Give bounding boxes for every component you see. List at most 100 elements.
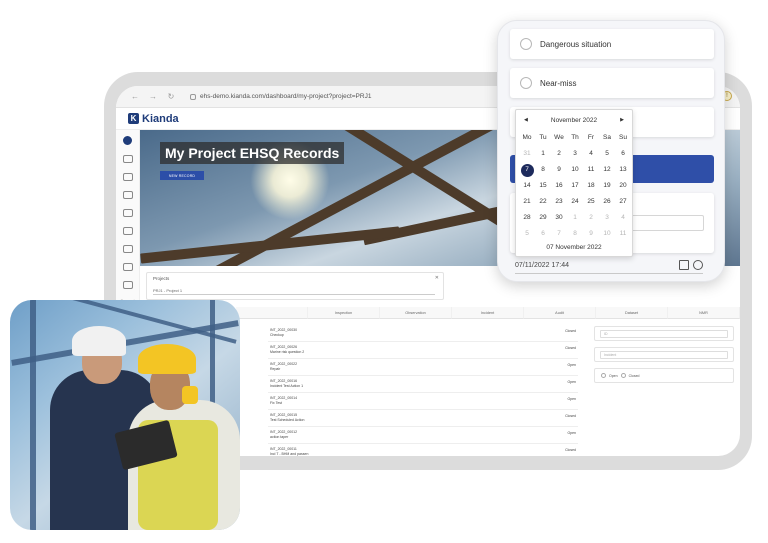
type-filter-input[interactable]: Incident (600, 351, 728, 359)
hero-beam (140, 226, 400, 264)
record-id: INT_2022_00016 (270, 379, 298, 383)
forward-icon[interactable]: → (148, 92, 158, 101)
calendar-day[interactable]: 5 (519, 226, 535, 242)
id-filter-input[interactable]: ID (600, 330, 728, 338)
option-near-miss[interactable]: Near-miss (510, 68, 714, 98)
next-month-icon[interactable]: ▶ (620, 117, 624, 123)
calendar-day[interactable]: 21 (519, 194, 535, 210)
record-status: Closed (565, 329, 576, 333)
calendar-day[interactable]: 28 (519, 210, 535, 226)
calendar-day[interactable]: 11 (615, 226, 631, 242)
calendar-day[interactable]: 12 (599, 162, 615, 178)
calendar-day[interactable]: 26 (599, 194, 615, 210)
address-bar[interactable]: ehs-demo.kianda.com/dashboard/my-project… (190, 93, 371, 100)
calendar-day[interactable]: 25 (583, 194, 599, 210)
prev-month-icon[interactable]: ◀ (524, 117, 528, 123)
calendar-day[interactable]: 5 (599, 146, 615, 162)
calendar-day[interactable]: 7 (551, 226, 567, 242)
yellow-helmet (138, 344, 196, 374)
calendar-day[interactable]: 13 (615, 162, 631, 178)
sidebar-sites-icon[interactable] (122, 173, 133, 181)
calendar-day[interactable]: 23 (551, 194, 567, 210)
calendar-day[interactable]: 3 (567, 146, 583, 162)
calendar-day[interactable]: 30 (551, 210, 567, 226)
list-item[interactable]: INT_2022_00030 Checkup Closed (268, 326, 578, 342)
list-item[interactable]: INT_2022_00014 Fix Test Open (268, 394, 578, 410)
radio-near-miss[interactable] (520, 77, 532, 89)
clock-icon[interactable] (693, 260, 703, 270)
calendar-day[interactable]: 9 (583, 226, 599, 242)
calendar-day[interactable]: 4 (615, 210, 631, 226)
calendar-day[interactable]: 6 (535, 226, 551, 242)
radio-open[interactable] (601, 373, 606, 378)
record-status: Open (567, 397, 576, 401)
calendar-day[interactable]: 2 (583, 210, 599, 226)
sidebar-dashboard-icon[interactable] (123, 136, 132, 145)
sidebar-reports-icon[interactable] (122, 263, 133, 271)
project-select[interactable]: PRJ1 - Project 1 (153, 287, 435, 295)
new-record-button[interactable]: NEW RECORD (160, 171, 204, 180)
radio-closed[interactable] (620, 373, 626, 378)
calendar-day[interactable]: 10 (567, 162, 583, 178)
calendar-day[interactable]: 1 (535, 146, 551, 162)
calendar-day[interactable]: 20 (615, 178, 631, 194)
option-label: Near-miss (540, 78, 577, 88)
sidebar-home-icon[interactable] (122, 155, 133, 163)
tab-nmr[interactable]: NMR (668, 307, 740, 319)
list-item[interactable]: INT_2022_00026 Marine risk question 2 Cl… (268, 343, 578, 359)
calendar-day[interactable]: 29 (535, 210, 551, 226)
calendar-day[interactable]: 31 (519, 146, 535, 162)
tab-inspection[interactable]: Inspection (308, 307, 380, 319)
refresh-icon[interactable]: ↻ (166, 92, 176, 101)
weekday-header: Su (619, 134, 627, 141)
calendar-day[interactable]: 14 (519, 178, 535, 194)
calendar-day[interactable]: 22 (535, 194, 551, 210)
sidebar-database-icon[interactable] (122, 281, 133, 289)
list-item[interactable]: INT_2022_00016 Incident Test Action 1 Op… (268, 377, 578, 393)
page-title: My Project EHSQ Records (160, 142, 345, 164)
calendar-day[interactable]: 3 (599, 210, 615, 226)
list-item[interactable]: INT_2022_00022 Repair Open (268, 360, 578, 376)
record-status: Closed (565, 414, 576, 418)
calendar-day[interactable]: 6 (615, 146, 631, 162)
calendar-day[interactable]: 18 (583, 178, 599, 194)
record-id: INT_2022_00015 (270, 413, 298, 417)
calendar-day[interactable]: 2 (551, 146, 567, 162)
calendar-day[interactable]: 10 (599, 226, 615, 242)
calendar-day[interactable]: 1 (567, 210, 583, 226)
sidebar-process-icon[interactable] (122, 227, 133, 235)
option-dangerous-situation[interactable]: Dangerous situation (510, 29, 714, 59)
list-item[interactable]: INT_2022_00015 Test Scheduled Action Clo… (268, 411, 578, 427)
calendar-day[interactable]: 19 (599, 178, 615, 194)
tab-dataset[interactable]: Dataset (596, 307, 668, 319)
calendar-day[interactable]: 24 (567, 194, 583, 210)
sidebar-document-icon[interactable] (122, 209, 133, 217)
datetime-input[interactable]: 07/11/2022 17:44 (515, 258, 703, 274)
filter-panel: ID Incident Open Closed (594, 326, 734, 389)
calendar-day-selected[interactable]: 7 (519, 162, 535, 178)
calendar-day[interactable]: 11 (583, 162, 599, 178)
weekday-header: Tu (539, 134, 547, 141)
calendar-day[interactable]: 16 (551, 178, 567, 194)
calendar-day[interactable]: 17 (567, 178, 583, 194)
tab-incident[interactable]: Incident (452, 307, 524, 319)
calendar-day[interactable]: 15 (535, 178, 551, 194)
tab-audit[interactable]: Audit (524, 307, 596, 319)
calendar-day[interactable]: 4 (583, 146, 599, 162)
tab-observation[interactable]: Observation (380, 307, 452, 319)
list-item[interactable]: INT_2022_00011 Incl T - BHM and passen C… (268, 445, 578, 456)
calendar-day[interactable]: 9 (551, 162, 567, 178)
calendar-icon[interactable] (679, 260, 689, 270)
back-icon[interactable]: ← (130, 92, 140, 101)
sidebar-building-icon[interactable] (122, 191, 133, 199)
weekday-header: Fr (587, 134, 595, 141)
radio-dangerous-situation[interactable] (520, 38, 532, 50)
calendar-day[interactable]: 8 (567, 226, 583, 242)
list-item[interactable]: INT_2022_00012 action taper Open (268, 428, 578, 444)
calendar-day[interactable]: 27 (615, 194, 631, 210)
tab-blank[interactable] (236, 307, 308, 319)
selected-date-label: 07 November 2022 (546, 244, 602, 251)
calendar-day[interactable]: 8 (535, 162, 551, 178)
close-icon[interactable]: ✕ (435, 275, 439, 281)
sidebar-calendar-icon[interactable] (122, 245, 133, 253)
